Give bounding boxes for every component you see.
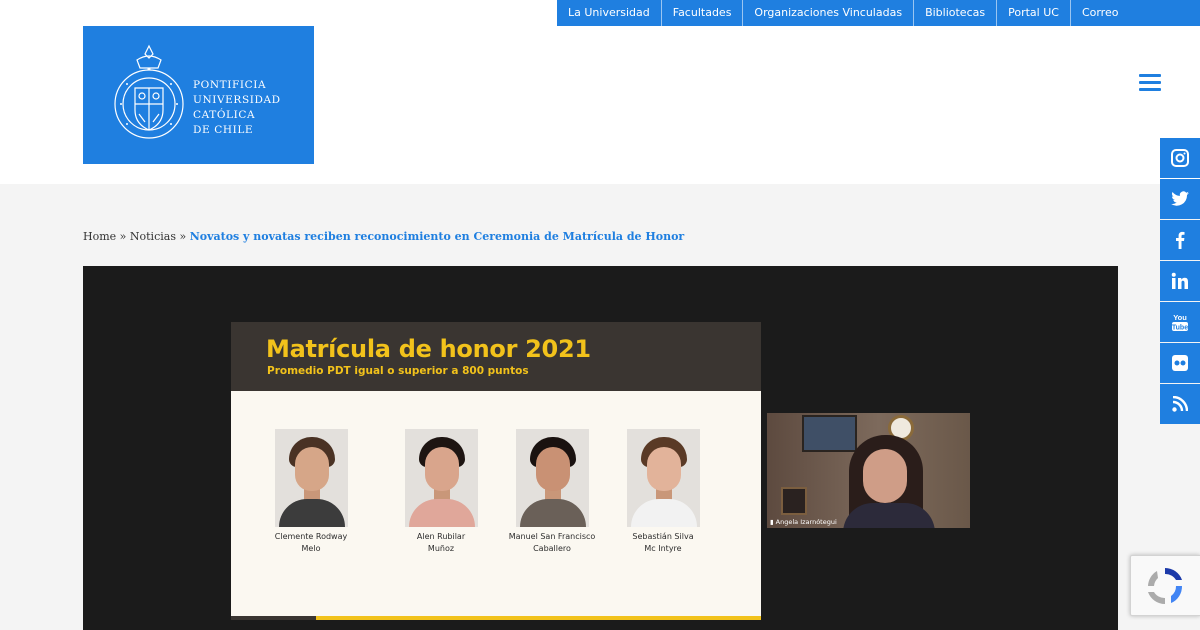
breadcrumb-separator: » bbox=[179, 230, 187, 243]
youtube-button[interactable]: You Tube bbox=[1160, 302, 1200, 342]
svg-text:You: You bbox=[1173, 313, 1187, 322]
slide-footer-bar bbox=[231, 616, 316, 620]
student-card: Clemente Rodway Melo bbox=[261, 429, 361, 555]
student-name: Manuel San Francisco bbox=[508, 532, 596, 541]
top-nav-organizaciones-vinculadas[interactable]: Organizaciones Vinculadas bbox=[743, 0, 915, 26]
university-logo[interactable]: PONTIFICIA UNIVERSIDAD CATÓLICA DE CHILE bbox=[83, 26, 314, 164]
site-header: PONTIFICIA UNIVERSIDAD CATÓLICA DE CHILE bbox=[0, 26, 1200, 184]
student-card: Manuel San Francisco Caballero bbox=[502, 429, 602, 555]
social-sidebar: You Tube bbox=[1160, 138, 1200, 425]
featured-image: Matrícula de honor 2021 Promedio PDT igu… bbox=[83, 266, 1118, 630]
student-name: Melo bbox=[301, 544, 321, 553]
breadcrumb-home[interactable]: Home bbox=[83, 230, 116, 243]
student-name: Muñoz bbox=[427, 544, 455, 553]
university-name-line: DE CHILE bbox=[193, 124, 254, 136]
webcam-thumbnail: ▮ Angela Izarnótegui bbox=[767, 413, 970, 528]
breadcrumb-separator: » bbox=[119, 230, 127, 243]
student-name: Clemente Rodway bbox=[274, 532, 348, 541]
menu-hamburger-icon[interactable] bbox=[1139, 74, 1161, 92]
slide-title: Matrícula de honor 2021 bbox=[266, 335, 591, 363]
university-name-line: UNIVERSIDAD bbox=[193, 94, 281, 106]
recaptcha-icon bbox=[1148, 568, 1183, 604]
university-name-line: PONTIFICIA bbox=[193, 79, 267, 91]
top-utility-bar: La Universidad Facultades Organizaciones… bbox=[0, 0, 1200, 26]
flickr-icon bbox=[1172, 355, 1188, 371]
svg-text:Tube: Tube bbox=[1172, 324, 1188, 331]
presentation-slide: Matrícula de honor 2021 Promedio PDT igu… bbox=[231, 322, 761, 620]
student-card: Alen Rubilar Muñoz bbox=[391, 429, 491, 555]
instagram-button[interactable] bbox=[1160, 138, 1200, 178]
participant-name: Angela Izarnótegui bbox=[775, 518, 837, 526]
student-photo bbox=[404, 429, 478, 527]
flickr-button[interactable] bbox=[1160, 343, 1200, 383]
university-name-line: CATÓLICA bbox=[193, 109, 256, 121]
top-nav-facultades[interactable]: Facultades bbox=[662, 0, 744, 26]
facebook-button[interactable] bbox=[1160, 220, 1200, 260]
student-name: Caballero bbox=[533, 544, 571, 553]
twitter-button[interactable] bbox=[1160, 179, 1200, 219]
student-name: Sebastián Silva bbox=[632, 532, 694, 541]
slide-subtitle: Promedio PDT igual o superior a 800 punt… bbox=[267, 365, 529, 377]
breadcrumb: Home » Noticias » Novatos y novatas reci… bbox=[83, 230, 684, 243]
linkedin-icon bbox=[1171, 272, 1188, 289]
student-photo bbox=[274, 429, 348, 527]
top-nav-bibliotecas[interactable]: Bibliotecas bbox=[914, 0, 998, 26]
top-nav-la-universidad[interactable]: La Universidad bbox=[557, 0, 662, 26]
university-seal-icon bbox=[114, 44, 184, 139]
rss-button[interactable] bbox=[1160, 384, 1200, 424]
student-photo bbox=[515, 429, 589, 527]
breadcrumb-noticias[interactable]: Noticias bbox=[130, 230, 176, 243]
student-card: Sebastián Silva Mc Intyre bbox=[613, 429, 713, 555]
webcam-participant-name: ▮ Angela Izarnótegui bbox=[770, 518, 837, 526]
youtube-icon: You Tube bbox=[1172, 313, 1188, 331]
twitter-icon bbox=[1171, 191, 1189, 206]
recaptcha-badge[interactable] bbox=[1130, 555, 1200, 616]
signal-icon: ▮ bbox=[770, 518, 774, 526]
top-nav: La Universidad Facultades Organizaciones… bbox=[557, 0, 1200, 26]
instagram-icon bbox=[1171, 149, 1189, 167]
facebook-icon bbox=[1176, 231, 1185, 249]
university-name: PONTIFICIA UNIVERSIDAD CATÓLICA DE CHILE bbox=[193, 78, 281, 138]
rss-icon bbox=[1172, 396, 1188, 412]
student-name: Alen Rubilar bbox=[416, 532, 466, 541]
slide-footer-bar bbox=[316, 616, 761, 620]
slide-header: Matrícula de honor 2021 Promedio PDT igu… bbox=[231, 322, 761, 391]
breadcrumb-current: Novatos y novatas reciben reconocimiento… bbox=[189, 230, 685, 243]
linkedin-button[interactable] bbox=[1160, 261, 1200, 301]
student-name: Mc Intyre bbox=[644, 544, 682, 553]
top-nav-correo[interactable]: Correo bbox=[1071, 0, 1130, 26]
top-nav-portal-uc[interactable]: Portal UC bbox=[997, 0, 1071, 26]
student-photo bbox=[626, 429, 700, 527]
